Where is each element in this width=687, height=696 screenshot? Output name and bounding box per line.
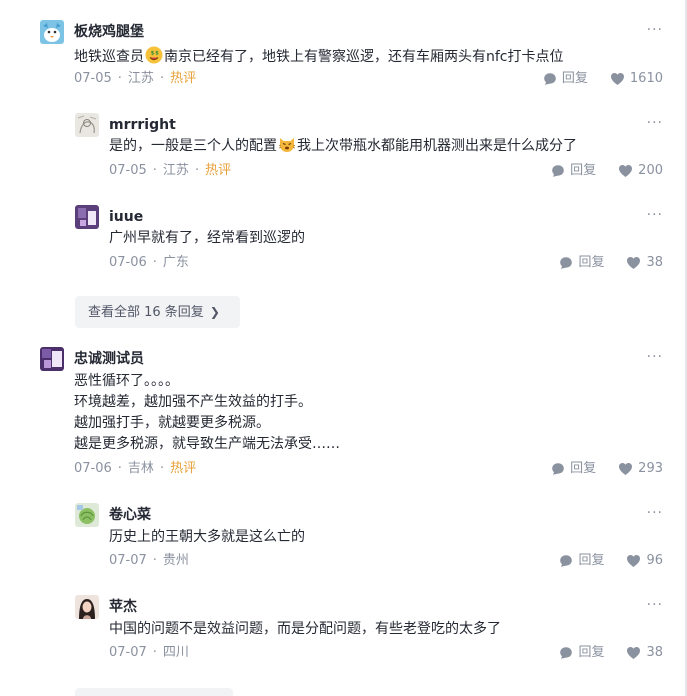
like-button[interactable]: 200: [618, 161, 663, 181]
location: 贵州: [162, 553, 189, 568]
like-button[interactable]: 38: [626, 643, 663, 663]
avatar[interactable]: [40, 347, 64, 371]
date: 07-06: [109, 255, 147, 270]
comment-meta: 07-06 · 吉林 · 热评 回复 293: [74, 459, 663, 479]
comment-bubble-icon: [560, 555, 573, 567]
reply-text: 是的，一般是三个人的配置 我上次带瓶水都能用机器测出来是什么成分了: [109, 135, 663, 157]
like-count: 200: [638, 163, 663, 178]
comment-item: 忠诚测试员 ··· 恶性循环了。。。。 环境越差，越加强不产生效益的打手。 越加…: [40, 347, 663, 482]
location: 江苏: [127, 71, 154, 86]
hot-badge: 热评: [170, 71, 197, 86]
reply-button[interactable]: 回复: [559, 253, 604, 273]
more-dots-icon[interactable]: ···: [647, 206, 663, 224]
reply-button[interactable]: 回复: [559, 551, 604, 571]
username[interactable]: 卷心菜: [109, 507, 151, 523]
date: 07-05: [109, 163, 147, 178]
cabbage-avatar-icon: [75, 503, 99, 527]
comment-text: 地铁巡查员 $ $ 南京已经有了，地铁上有警察巡逻，还有车厢两头有nfc打卡点位: [74, 46, 663, 68]
username[interactable]: iuue: [109, 209, 143, 225]
comment-text: 恶性循环了。。。。 环境越差，越加强不产生效益的打手。 越加强打手，就越要更多税…: [74, 373, 340, 452]
reply-text: 中国的问题不是效益问题，而是分配问题，有些老登吃的太多了: [109, 621, 501, 637]
heart-icon: [619, 165, 633, 177]
heart-icon: [619, 463, 633, 475]
avatar[interactable]: [75, 205, 99, 229]
more-dots-icon[interactable]: ···: [647, 21, 663, 39]
comment-bubble-icon: [552, 463, 564, 475]
reply-button[interactable]: 回复: [551, 459, 596, 479]
reply-item: iuue ··· 广州早就有了，经常看到巡逻的 07-06 · 广东 回复 38: [75, 205, 663, 275]
avatar[interactable]: [40, 20, 64, 44]
like-button[interactable]: 38: [626, 253, 663, 273]
like-button[interactable]: 1610: [610, 69, 663, 89]
comment-bubble-icon: [560, 257, 573, 269]
comment-bubble-icon: [552, 165, 564, 177]
hot-badge: 热评: [205, 163, 232, 178]
sketch-avatar-icon: [75, 113, 99, 137]
svg-text:$: $: [155, 51, 159, 57]
reply-text: 广州早就有了，经常看到巡逻的: [109, 230, 305, 246]
avatar[interactable]: [75, 595, 99, 619]
bird-avatar-icon: [40, 20, 64, 44]
heart-icon: [627, 647, 641, 659]
like-count: 96: [646, 553, 663, 568]
reply-button[interactable]: 回复: [551, 161, 596, 181]
username[interactable]: mrrright: [109, 117, 176, 133]
purple-avatar-icon: [40, 347, 64, 371]
like-count: 1610: [629, 71, 663, 86]
comment-item: 板烧鸡腿堡 ··· 地铁巡查员 $ $ 南京已经有了，地铁上有警察巡逻，还有车厢两头有…: [40, 20, 663, 90]
cash-face-emoji-icon: $ $: [145, 46, 163, 64]
like-button[interactable]: 293: [618, 459, 663, 479]
date: 07-07: [109, 553, 147, 568]
reply-button[interactable]: 回复: [559, 643, 604, 663]
location: 江苏: [162, 163, 189, 178]
like-count: 293: [638, 461, 663, 476]
more-dots-icon[interactable]: ···: [647, 596, 663, 614]
reply-item: mrrright ··· 是的，一般是三个人的配置 我上次带瓶水都能用机器测出来是…: [75, 113, 663, 183]
reply-meta: 07-07 · 贵州 回复 96: [109, 551, 663, 571]
date: 07-05: [74, 71, 112, 86]
avatar[interactable]: [75, 113, 99, 137]
date: 07-07: [109, 645, 147, 660]
username[interactable]: 苹杰: [109, 599, 137, 615]
location: 吉林: [127, 461, 154, 476]
location: 四川: [162, 645, 189, 660]
reply-button[interactable]: 回复: [543, 69, 588, 89]
svg-text:$: $: [151, 51, 155, 57]
reply-item: 苹杰 ··· 中国的问题不是效益问题，而是分配问题，有些老登吃的太多了 07-0…: [75, 595, 663, 665]
cat-emoji-icon: [278, 135, 296, 153]
hot-badge: 热评: [170, 461, 197, 476]
date: 07-06: [74, 461, 112, 476]
comment-meta: 07-05 · 江苏 · 热评 回复 1610: [74, 69, 663, 89]
more-dots-icon[interactable]: ···: [647, 504, 663, 522]
avatar[interactable]: [75, 503, 99, 527]
reply-text: 历史上的王朝大多就是这么亡的: [109, 529, 305, 545]
portrait-avatar-icon: [75, 595, 99, 619]
reply-meta: 07-05 · 江苏 · 热评 回复 200: [109, 161, 663, 181]
heart-icon: [610, 73, 624, 85]
chevron-right-icon: ❯: [209, 305, 220, 319]
location: 广东: [162, 255, 189, 270]
like-button[interactable]: 96: [626, 551, 663, 571]
view-all-replies-button[interactable]: [75, 688, 233, 696]
username[interactable]: 忠诚测试员: [74, 351, 144, 367]
heart-icon: [627, 555, 641, 567]
comment-bubble-icon: [560, 647, 573, 659]
more-dots-icon[interactable]: ···: [647, 348, 663, 366]
reply-item: 卷心菜 ··· 历史上的王朝大多就是这么亡的 07-07 · 贵州 回复 96: [75, 503, 663, 573]
like-count: 38: [646, 255, 663, 270]
view-all-replies-button[interactable]: 查看全部 16 条回复 ❯: [75, 296, 240, 328]
like-count: 38: [646, 645, 663, 660]
reply-meta: 07-07 · 四川 回复 38: [109, 643, 663, 663]
comment-bubble-icon: [544, 73, 556, 85]
username[interactable]: 板烧鸡腿堡: [74, 24, 144, 40]
reply-meta: 07-06 · 广东 回复 38: [109, 253, 663, 273]
purple-avatar-icon: [75, 205, 99, 229]
heart-icon: [627, 257, 641, 269]
more-dots-icon[interactable]: ···: [647, 114, 663, 132]
